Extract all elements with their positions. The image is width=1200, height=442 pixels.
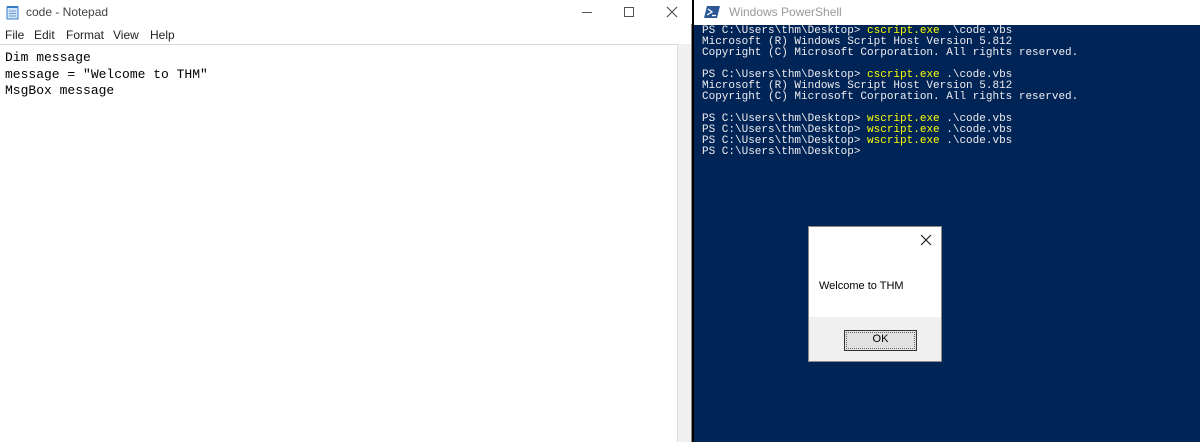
code-line: Dim message	[5, 50, 91, 65]
console-line: Copyright (C) Microsoft Corporation. All…	[702, 91, 1079, 103]
minimize-icon	[582, 12, 592, 13]
close-icon[interactable]	[919, 233, 933, 247]
powershell-title-bar[interactable]: Windows PowerShell	[694, 0, 1200, 25]
close-button[interactable]	[649, 0, 695, 24]
message-box-footer: OK	[809, 317, 941, 361]
console-argument: .\code.vbs	[939, 135, 1013, 147]
console-line: Copyright (C) Microsoft Corporation. All…	[702, 47, 1079, 59]
console-command: wscript.exe	[867, 135, 940, 147]
powershell-title: Windows PowerShell	[729, 5, 842, 19]
message-box-dialog: Welcome to THM OK	[808, 226, 942, 362]
minimize-button[interactable]	[564, 0, 610, 24]
notepad-title: code - Notepad	[26, 5, 109, 19]
menu-view[interactable]: View	[113, 28, 139, 42]
menu-edit[interactable]: Edit	[34, 28, 55, 42]
notepad-text-area[interactable]: Dim message message = "Welcome to THM" M…	[0, 44, 677, 442]
maximize-button[interactable]	[606, 0, 652, 24]
powershell-window: Windows PowerShell PS C:\Users\thm\Deskt…	[694, 0, 1200, 442]
vertical-scrollbar[interactable]	[677, 44, 691, 442]
notepad-window: code - Notepad File Edit Format View Hel…	[0, 0, 692, 442]
console-line: PS C:\Users\thm\Desktop>	[702, 146, 861, 158]
maximize-icon	[624, 7, 634, 17]
message-text: Welcome to THM	[819, 280, 904, 292]
menu-format[interactable]: Format	[66, 28, 104, 42]
powershell-console[interactable]: PS C:\Users\thm\Desktop> cscript.exe .\c…	[702, 26, 1078, 158]
close-icon	[666, 6, 678, 18]
menu-help[interactable]: Help	[150, 28, 175, 42]
notepad-icon	[6, 6, 19, 20]
code-line: message = "Welcome to THM"	[5, 66, 208, 82]
notepad-title-bar[interactable]: code - Notepad	[0, 0, 692, 24]
ok-button[interactable]: OK	[844, 330, 917, 351]
menu-file[interactable]: File	[5, 28, 24, 42]
code-line: MsgBox message	[5, 83, 115, 98]
powershell-icon	[704, 6, 720, 18]
